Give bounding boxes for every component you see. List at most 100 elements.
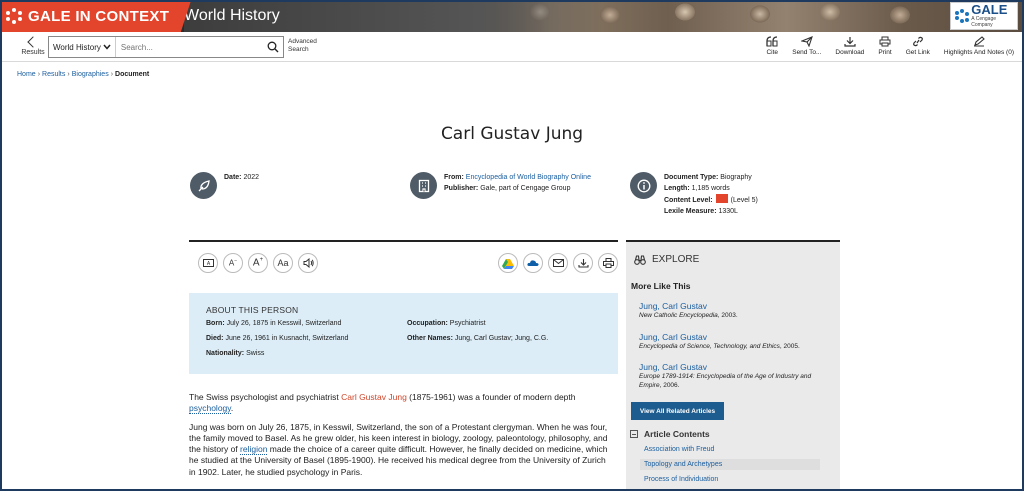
length-value: 1,185 words bbox=[691, 185, 730, 192]
advanced-search-link[interactable]: Advanced Search bbox=[288, 38, 317, 54]
highlights-label: Highlights And Notes (0) bbox=[943, 49, 1014, 56]
related-article-link[interactable]: Jung, Carl Gustav bbox=[639, 301, 834, 311]
contents-item-topology-and-archetypes[interactable]: Topology and Archetypes bbox=[640, 459, 820, 470]
contents-item-process-of-individuation[interactable]: Process of Individuation bbox=[640, 474, 820, 485]
lexile-value: 1330L bbox=[718, 208, 738, 215]
header-banner: World History GALE IN CONTEXT GALE A Cen… bbox=[0, 0, 1024, 32]
email-button[interactable] bbox=[548, 253, 568, 273]
text-run: . bbox=[230, 403, 234, 414]
mail-icon bbox=[552, 259, 564, 267]
search-scope-select[interactable]: World History bbox=[49, 37, 116, 57]
occupation-label: Occupation: bbox=[407, 320, 448, 327]
onedrive-icon bbox=[527, 260, 539, 266]
content-level-icon bbox=[715, 194, 728, 203]
send-icon bbox=[800, 36, 813, 47]
breadcrumb-results[interactable]: Results bbox=[42, 71, 65, 78]
search-scope-value: World History bbox=[53, 42, 101, 52]
paragraph: Jung was born on July 26, 1875, in Kessw… bbox=[189, 422, 614, 478]
occupation-value: Psychiatrist bbox=[449, 320, 486, 327]
print-button[interactable]: Print bbox=[878, 36, 892, 60]
quill-icon bbox=[190, 172, 217, 199]
search-input[interactable] bbox=[115, 37, 263, 57]
born-value: July 26, 1875 in Kesswil, Switzerland bbox=[226, 320, 342, 327]
text-run: (1875-1961) was a founder of modern dept… bbox=[406, 392, 576, 402]
related-article: Jung, Carl Gustav Encyclopedia of Scienc… bbox=[639, 332, 834, 351]
text-run: The Swiss psychologist and psychiatrist bbox=[189, 392, 342, 402]
lexile-label: Lexile Measure: bbox=[664, 208, 717, 215]
increase-font-button[interactable]: A+ bbox=[248, 253, 268, 273]
died-row: Died: June 26, 1961 in Kusnacht, Switzer… bbox=[206, 335, 348, 342]
contents-item-association-with-freud[interactable]: Association with Freud bbox=[640, 444, 820, 455]
explore-heading: EXPLORE bbox=[634, 254, 699, 265]
term-link-religion[interactable]: religion bbox=[240, 444, 268, 456]
breadcrumb-current: Document bbox=[115, 71, 150, 78]
get-link-button[interactable]: Get Link bbox=[906, 36, 930, 60]
info-icon bbox=[630, 172, 657, 199]
explore-panel: EXPLORE More Like This Jung, Carl Gustav… bbox=[626, 240, 840, 491]
link-icon bbox=[912, 36, 923, 47]
pencil-icon bbox=[973, 36, 985, 47]
breadcrumb-biographies[interactable]: Biographies bbox=[72, 71, 109, 78]
product-area: World History bbox=[184, 0, 604, 32]
related-article-link[interactable]: Jung, Carl Gustav bbox=[639, 332, 834, 342]
print-icon bbox=[602, 258, 614, 268]
publisher-value: Gale, part of Cengage Group bbox=[480, 185, 571, 192]
more-like-this-heading: More Like This bbox=[631, 281, 691, 291]
about-heading: ABOUT THIS PERSON bbox=[206, 305, 299, 315]
term-link-carl-gustav-jung[interactable]: Carl Gustav Jung bbox=[341, 392, 407, 402]
brand-name: GALE IN CONTEXT bbox=[28, 7, 170, 25]
nationality-row: Nationality: Swiss bbox=[206, 350, 264, 357]
download-doc-button[interactable] bbox=[573, 253, 593, 273]
search-button[interactable] bbox=[263, 37, 283, 57]
meta-source: From: Encyclopedia of World Biography On… bbox=[410, 172, 620, 202]
search-icon bbox=[267, 41, 279, 53]
gale-logo[interactable]: GALE A Cengage Company bbox=[950, 2, 1018, 30]
brand-logo[interactable]: GALE IN CONTEXT bbox=[0, 0, 178, 32]
highlights-notes-button[interactable]: Highlights And Notes (0) bbox=[944, 36, 1014, 60]
decrease-font-button[interactable]: A− bbox=[223, 253, 243, 273]
translate-button[interactable]: A bbox=[198, 253, 218, 273]
related-year: , 2005. bbox=[779, 343, 800, 350]
breadcrumb-home[interactable]: Home bbox=[17, 71, 36, 78]
article-contents-toggle[interactable]: Article Contents bbox=[630, 429, 710, 439]
gale-dots-icon bbox=[955, 9, 969, 23]
meta-document-info: Document Type: Biography Length: 1,185 w… bbox=[630, 172, 830, 218]
reading-tools: A A− A+ Aa bbox=[198, 253, 323, 273]
font-style-icon: Aa bbox=[277, 258, 289, 268]
article-divider bbox=[189, 240, 618, 242]
view-all-related-button[interactable]: View All Related Articles bbox=[631, 402, 724, 420]
source-link[interactable]: Encyclopedia of World Biography Online bbox=[466, 174, 591, 181]
search-bar: World History bbox=[48, 36, 284, 58]
related-article-link[interactable]: Jung, Carl Gustav bbox=[639, 362, 834, 372]
related-source: New Catholic Encyclopedia bbox=[639, 312, 718, 319]
get-link-label: Get Link bbox=[905, 49, 930, 56]
article-body: The Swiss psychologist and psychiatrist … bbox=[189, 392, 614, 485]
back-to-results-button[interactable]: Results bbox=[20, 36, 46, 56]
back-label: Results bbox=[21, 49, 45, 56]
related-source: Encyclopedia of Science, Technology, and… bbox=[639, 343, 780, 350]
publisher-label: Publisher: bbox=[444, 185, 479, 192]
download-button[interactable]: Download bbox=[835, 36, 864, 60]
print-doc-button[interactable] bbox=[598, 253, 618, 273]
download-label: Download bbox=[835, 49, 865, 56]
google-drive-button[interactable] bbox=[498, 253, 518, 273]
born-row: Born: July 26, 1875 in Kesswil, Switzerl… bbox=[206, 320, 341, 327]
binoculars-icon bbox=[634, 254, 646, 265]
related-year: , 2006. bbox=[659, 382, 680, 389]
cite-button[interactable]: Cite bbox=[766, 36, 778, 60]
onedrive-button[interactable] bbox=[523, 253, 543, 273]
font-increase-icon: A+ bbox=[252, 257, 264, 269]
send-to-button[interactable]: Send To... bbox=[792, 36, 821, 60]
breadcrumb: Home › Results › Biographies › Document bbox=[17, 71, 149, 78]
product-name[interactable]: World History bbox=[184, 7, 280, 25]
print-label: Print bbox=[878, 49, 892, 56]
nationality-label: Nationality: bbox=[206, 350, 245, 357]
content-level-value: (Level 5) bbox=[730, 197, 758, 204]
listen-button[interactable] bbox=[298, 253, 318, 273]
page-title: Carl Gustav Jung bbox=[440, 124, 584, 144]
font-style-button[interactable]: Aa bbox=[273, 253, 293, 273]
term-link-psychology[interactable]: psychology bbox=[189, 403, 231, 415]
chevron-down-icon bbox=[103, 44, 111, 50]
quote-icon bbox=[766, 36, 778, 47]
content-level-label: Content Level: bbox=[664, 197, 713, 204]
